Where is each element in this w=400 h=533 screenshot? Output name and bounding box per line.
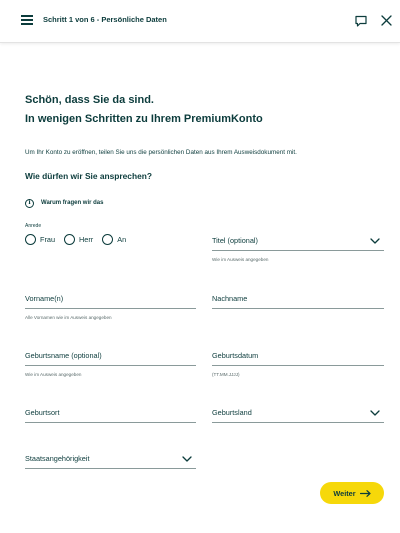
radio-herr[interactable]: Herr (64, 234, 93, 245)
next-button-label: Weiter (333, 488, 356, 498)
top-bar: Schritt 1 von 6 - Persönliche Daten (0, 0, 400, 43)
radio-circle[interactable] (64, 234, 76, 245)
intro-description: Um Ihr Konto zu eröffnen, teilen Sie uns… (25, 149, 297, 156)
nationality-label: Staatsangehörigkeit (25, 454, 90, 463)
headline-subtitle: In wenigen Schritten zu Ihrem PremiumKon… (25, 113, 263, 125)
chat-icon[interactable] (355, 15, 367, 27)
last-name-label: Nachname (212, 294, 248, 303)
info-link-label: Warum fragen wir das (41, 200, 104, 206)
birth-name-hint: Wie im Ausweis angegeben (25, 372, 82, 377)
nationality-select[interactable]: Staatsangehörigkeit (25, 452, 196, 469)
birth-name-field[interactable]: Geburtsname (optional) (25, 349, 196, 366)
step-title: Schritt 1 von 6 - Persönliche Daten (43, 15, 167, 24)
birth-date-field[interactable]: Geburtsdatum (212, 349, 384, 366)
salutation-question: Wie dürfen wir Sie ansprechen? (25, 171, 152, 181)
radio-label: Herr (79, 235, 94, 244)
first-name-field[interactable]: Vorname(n) (25, 292, 196, 309)
birth-country-label: Geburtsland (212, 408, 252, 417)
radio-circle[interactable] (102, 234, 114, 245)
radio-an[interactable]: An (102, 234, 126, 245)
first-name-hint: Alle Vornamen wie im Ausweis angegeben (25, 315, 112, 320)
radio-label: Frau (40, 235, 56, 244)
next-button[interactable]: Weiter (320, 482, 384, 504)
radio-frau[interactable]: Frau (25, 234, 55, 245)
birth-country-select[interactable]: Geburtsland (212, 406, 384, 423)
chevron-down-icon (370, 238, 380, 244)
title-select-label: Titel (optional) (212, 236, 258, 245)
chevron-down-icon (182, 456, 192, 462)
chevron-down-icon (370, 410, 380, 416)
birth-place-field[interactable]: Geburtsort (25, 406, 196, 423)
salutation-radio-group: Frau Herr An (25, 234, 135, 245)
birth-place-label: Geburtsort (25, 408, 60, 417)
headline-greeting: Schön, dass Sie da sind. (25, 94, 154, 106)
birth-date-hint: (TT.MM.JJJJ) (212, 372, 240, 377)
title-select[interactable]: Titel (optional) (212, 234, 384, 251)
close-icon[interactable] (381, 15, 392, 26)
title-hint: Wie im Ausweis angegeben (212, 257, 269, 262)
first-name-label: Vorname(n) (25, 294, 64, 303)
birth-name-label: Geburtsname (optional) (25, 351, 102, 360)
radio-label: An (117, 235, 127, 244)
last-name-field[interactable]: Nachname (212, 292, 384, 309)
hamburger-menu-icon[interactable] (21, 15, 33, 25)
radio-circle[interactable] (25, 234, 36, 245)
info-link[interactable]: i Warum fragen wir das (25, 197, 103, 209)
arrow-right-icon (359, 489, 371, 497)
birth-date-label: Geburtsdatum (212, 351, 259, 360)
info-icon: i (25, 198, 34, 208)
salutation-label: Anrede (25, 223, 42, 229)
